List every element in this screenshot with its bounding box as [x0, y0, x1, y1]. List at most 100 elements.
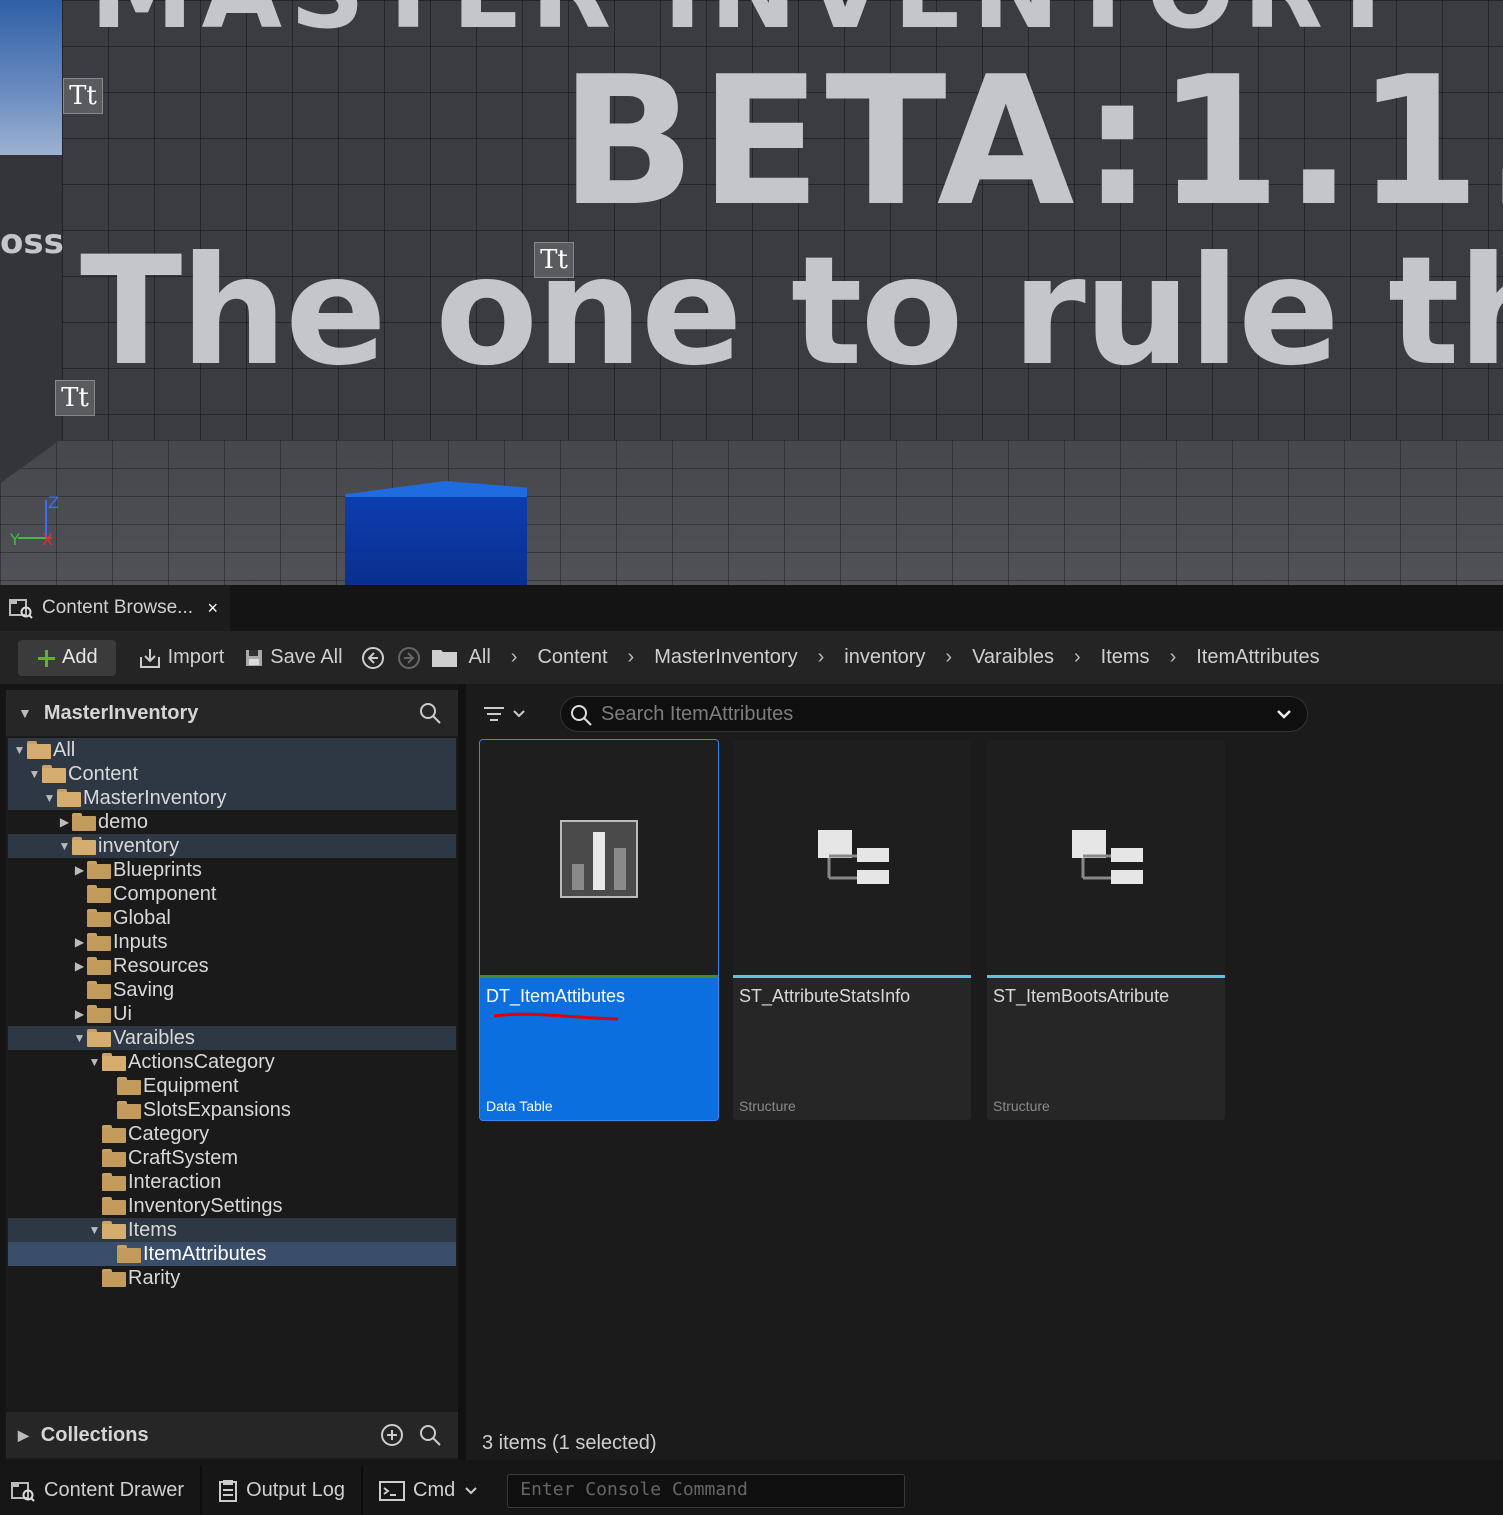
breadcrumb-masterinventory[interactable]: MasterInventory — [644, 646, 807, 669]
gizmo-y-label: Y — [9, 530, 20, 549]
tree-item[interactable]: ▶ Blueprints — [8, 858, 456, 882]
close-tab-icon[interactable]: × — [207, 598, 218, 619]
tree-item[interactable]: Interaction — [8, 1170, 456, 1194]
search-icon[interactable] — [418, 701, 442, 725]
tree-item[interactable]: Category — [8, 1122, 456, 1146]
expanded-triangle-icon[interactable]: ▼ — [57, 839, 72, 853]
back-icon[interactable] — [361, 646, 385, 670]
tree-item[interactable]: ▶ Resources — [8, 954, 456, 978]
tree-item-label: SlotsExpansions — [143, 1098, 291, 1121]
collapse-triangle-icon[interactable]: ▼ — [18, 705, 32, 721]
output-log-button[interactable]: Output Log — [202, 1466, 364, 1515]
chevron-right-icon[interactable]: › — [808, 646, 835, 669]
expanded-triangle-icon[interactable]: ▼ — [27, 767, 42, 781]
asset-tile[interactable]: DT_ItemAttibutes Data Table — [479, 739, 719, 1121]
chevron-right-icon[interactable]: › — [1064, 646, 1091, 669]
viewport-text-tagline: The one to rule them — [80, 225, 1503, 399]
tree-item[interactable]: ▼ All — [8, 738, 456, 762]
chevron-down-icon[interactable] — [1275, 705, 1293, 723]
asset-thumbnail — [987, 740, 1225, 975]
folder-icon — [102, 1125, 126, 1143]
tree-item[interactable]: ▶ Inputs — [8, 930, 456, 954]
chevron-right-icon[interactable]: › — [618, 646, 645, 669]
save-all-button[interactable]: Save All — [234, 640, 352, 676]
tree-item[interactable]: InventorySettings — [8, 1194, 456, 1218]
expanded-triangle-icon[interactable]: ▼ — [72, 1031, 87, 1045]
chevron-right-icon[interactable]: › — [1160, 646, 1187, 669]
breadcrumb-all[interactable]: All — [459, 646, 501, 669]
tree-item[interactable]: Global — [8, 906, 456, 930]
tab-content-browser[interactable]: Content Browse... × — [0, 585, 230, 631]
import-button-label: Import — [167, 646, 225, 668]
filter-icon[interactable] — [480, 702, 530, 726]
breadcrumb-itemattributes[interactable]: ItemAttributes — [1186, 646, 1329, 669]
tree-item[interactable]: Saving — [8, 978, 456, 1002]
folder-icon — [87, 1005, 111, 1023]
expanded-triangle-icon[interactable]: ▼ — [87, 1223, 102, 1237]
text-render-actor-icon[interactable]: Tt — [63, 78, 103, 114]
tree-item-label: Inputs — [113, 930, 168, 953]
text-render-actor-icon[interactable]: Tt — [534, 242, 574, 278]
breadcrumb-varaibles[interactable]: Varaibles — [962, 646, 1064, 669]
expanded-triangle-icon[interactable]: ▼ — [12, 743, 27, 757]
collapsed-triangle-icon[interactable]: ▶ — [72, 1007, 87, 1021]
expand-triangle-icon[interactable]: ▶ — [18, 1427, 29, 1444]
breadcrumb-items[interactable]: Items — [1091, 646, 1160, 669]
save-icon — [244, 648, 264, 668]
collections-header[interactable]: ▶ Collections — [6, 1412, 458, 1458]
tree-item-label: InventorySettings — [128, 1194, 283, 1217]
breadcrumb-content[interactable]: Content — [527, 646, 617, 669]
tree-item[interactable]: Component — [8, 882, 456, 906]
collapsed-triangle-icon[interactable]: ▶ — [72, 935, 87, 949]
tree-item-label: demo — [98, 810, 149, 833]
tree-item[interactable]: ItemAttributes — [8, 1242, 456, 1266]
level-viewport[interactable]: MASTER INVENTORY BETA:1.1. The one to ru… — [0, 0, 1503, 585]
folder-icon — [87, 861, 111, 879]
tree-item-label: Interaction — [128, 1170, 222, 1193]
folder-open-icon — [72, 837, 96, 855]
status-bar: Content Drawer Output Log Cmd Enter Cons… — [0, 1466, 1503, 1515]
tree-item[interactable]: ▼ MasterInventory — [8, 786, 456, 810]
add-collection-icon[interactable] — [380, 1423, 404, 1447]
asset-tile[interactable]: ST_AttributeStatsInfo Structure — [733, 740, 971, 1120]
tree-item[interactable]: SlotsExpansions — [8, 1098, 456, 1122]
chevron-right-icon[interactable]: › — [501, 646, 528, 669]
tree-item-label: Equipment — [143, 1074, 239, 1097]
asset-tile[interactable]: ST_ItemBootsAtribute Structure — [987, 740, 1225, 1120]
tree-item[interactable]: ▶ demo — [8, 810, 456, 834]
chevron-right-icon[interactable]: › — [935, 646, 962, 669]
collapsed-triangle-icon[interactable]: ▶ — [72, 959, 87, 973]
tree-item-label: MasterInventory — [83, 786, 227, 809]
search-placeholder: Search ItemAttributes — [601, 702, 794, 725]
tree-item[interactable]: Equipment — [8, 1074, 456, 1098]
forward-icon[interactable] — [397, 646, 421, 670]
tree-item-label: inventory — [98, 834, 180, 857]
cmd-selector[interactable]: Cmd — [363, 1466, 495, 1515]
tree-item[interactable]: ▼ Varaibles — [8, 1026, 456, 1050]
collapsed-triangle-icon[interactable]: ▶ — [57, 815, 72, 829]
tree-item[interactable]: ▼ inventory — [8, 834, 456, 858]
expanded-triangle-icon[interactable]: ▼ — [42, 791, 57, 805]
folder-icon — [431, 647, 459, 669]
panel-splitter[interactable] — [458, 684, 466, 1460]
tree-item[interactable]: ▼ Content — [8, 762, 456, 786]
text-render-actor-icon[interactable]: Tt — [55, 380, 95, 416]
cube-mesh[interactable] — [345, 497, 527, 585]
sources-header[interactable]: ▼ MasterInventory — [6, 690, 458, 736]
tree-item-label: Items — [128, 1218, 177, 1241]
console-input[interactable]: Enter Console Command — [507, 1473, 906, 1508]
tree-item[interactable]: ▶ Ui — [8, 1002, 456, 1026]
search-input[interactable]: Search ItemAttributes — [560, 696, 1308, 732]
add-button[interactable]: Add — [18, 639, 116, 676]
sky — [0, 0, 62, 155]
tree-item[interactable]: CraftSystem — [8, 1146, 456, 1170]
content-drawer-button[interactable]: Content Drawer — [0, 1466, 203, 1515]
breadcrumb-inventory[interactable]: inventory — [834, 646, 935, 669]
collapsed-triangle-icon[interactable]: ▶ — [72, 863, 87, 877]
tree-item[interactable]: Rarity — [8, 1266, 456, 1290]
tree-item[interactable]: ▼ Items — [8, 1218, 456, 1242]
search-icon[interactable] — [418, 1423, 442, 1447]
import-button[interactable]: Import — [128, 640, 235, 676]
expanded-triangle-icon[interactable]: ▼ — [87, 1055, 102, 1069]
tree-item[interactable]: ▼ ActionsCategory — [8, 1050, 456, 1074]
